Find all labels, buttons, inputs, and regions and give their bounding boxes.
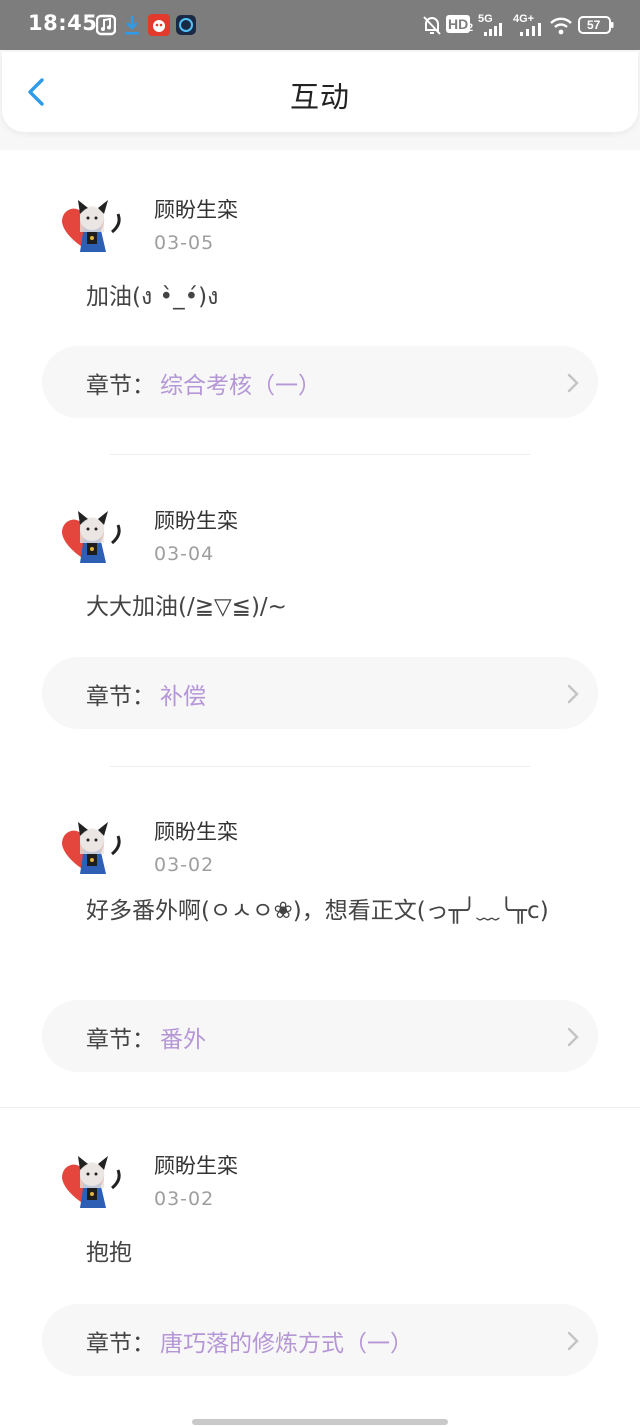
- chapter-name: 番外: [160, 1027, 206, 1053]
- username[interactable]: 顾盼生栾: [154, 816, 238, 846]
- app-icon-2: [176, 15, 196, 35]
- chapter-prefix: 章节：: [86, 1027, 155, 1053]
- comment-date: 03-02: [154, 1188, 215, 1210]
- chapter-link[interactable]: 章节： 补偿: [42, 657, 598, 729]
- username[interactable]: 顾盼生栾: [154, 194, 238, 224]
- list-item: 顾盼生栾 03-04 大大加油(/≧▽≦)/~ 章节： 补偿: [0, 462, 640, 774]
- download-icon: [125, 16, 139, 35]
- list-item: 顾盼生栾 03-02 好多番外啊(ㅇㅅㅇ❀)，想看正文(っ╥╯﹏╰╥c) 章节：…: [0, 774, 640, 1108]
- status-bar: 18:45 HD 2 5G 4G+ 57: [0, 0, 640, 50]
- chapter-name: 综合考核（一）: [160, 373, 321, 399]
- header: 互动: [2, 52, 638, 132]
- list-item: 顾盼生栾 03-02 抱抱 章节： 唐巧落的修炼方式（一）: [0, 1108, 640, 1420]
- battery-level: 57: [587, 18, 601, 32]
- chapter-link[interactable]: 章节： 唐巧落的修炼方式（一）: [42, 1304, 598, 1376]
- chevron-right-icon: [567, 684, 579, 704]
- signal-4g-icon: [520, 23, 541, 36]
- comment-text: 抱抱: [86, 1240, 132, 1266]
- chapter-link[interactable]: 章节： 番外: [42, 1000, 598, 1072]
- home-indicator[interactable]: [192, 1419, 448, 1425]
- avatar[interactable]: [54, 1148, 130, 1224]
- app-icon: [148, 14, 170, 36]
- page-title: 互动: [289, 80, 350, 114]
- avatar[interactable]: [54, 192, 130, 268]
- divider: [110, 454, 530, 455]
- comment-date: 03-02: [154, 854, 215, 876]
- avatar[interactable]: [54, 503, 130, 579]
- hd-sub: 2: [467, 22, 474, 34]
- comment-date: 03-04: [154, 543, 215, 565]
- mute-bell-icon: [423, 16, 441, 35]
- comment-text: 好多番外啊(ㅇㅅㅇ❀)，想看正文(っ╥╯﹏╰╥c): [86, 898, 549, 924]
- chevron-right-icon: [567, 373, 579, 393]
- avatar[interactable]: [54, 814, 130, 890]
- chevron-right-icon: [567, 1331, 579, 1351]
- music-icon: [96, 14, 116, 36]
- chapter-prefix: 章节：: [86, 684, 155, 710]
- comment-text: 大大加油(/≧▽≦)/~: [86, 594, 287, 620]
- comment-text: 加油(ง •̀_•́)ง: [86, 284, 219, 310]
- chapter-name: 唐巧落的修炼方式（一）: [160, 1331, 413, 1357]
- chevron-right-icon: [567, 1027, 579, 1047]
- chapter-prefix: 章节：: [86, 1331, 155, 1357]
- wifi-icon: [550, 17, 572, 35]
- signal-5g-icon: [484, 23, 502, 36]
- chapter-name: 补偿: [160, 684, 206, 710]
- username[interactable]: 顾盼生栾: [154, 505, 238, 535]
- chapter-link[interactable]: 章节： 综合考核（一）: [42, 346, 598, 418]
- divider: [110, 766, 530, 767]
- status-time: 18:45: [28, 11, 98, 35]
- interaction-list: 顾盼生栾 03-05 加油(ง •̀_•́)ง 章节： 综合考核（一） 顾盼生栾…: [0, 150, 640, 1427]
- comment-date: 03-05: [154, 232, 215, 254]
- chapter-prefix: 章节：: [86, 373, 155, 399]
- username[interactable]: 顾盼生栾: [154, 1150, 238, 1180]
- list-item: 顾盼生栾 03-05 加油(ง •̀_•́)ง 章节： 综合考核（一）: [0, 150, 640, 462]
